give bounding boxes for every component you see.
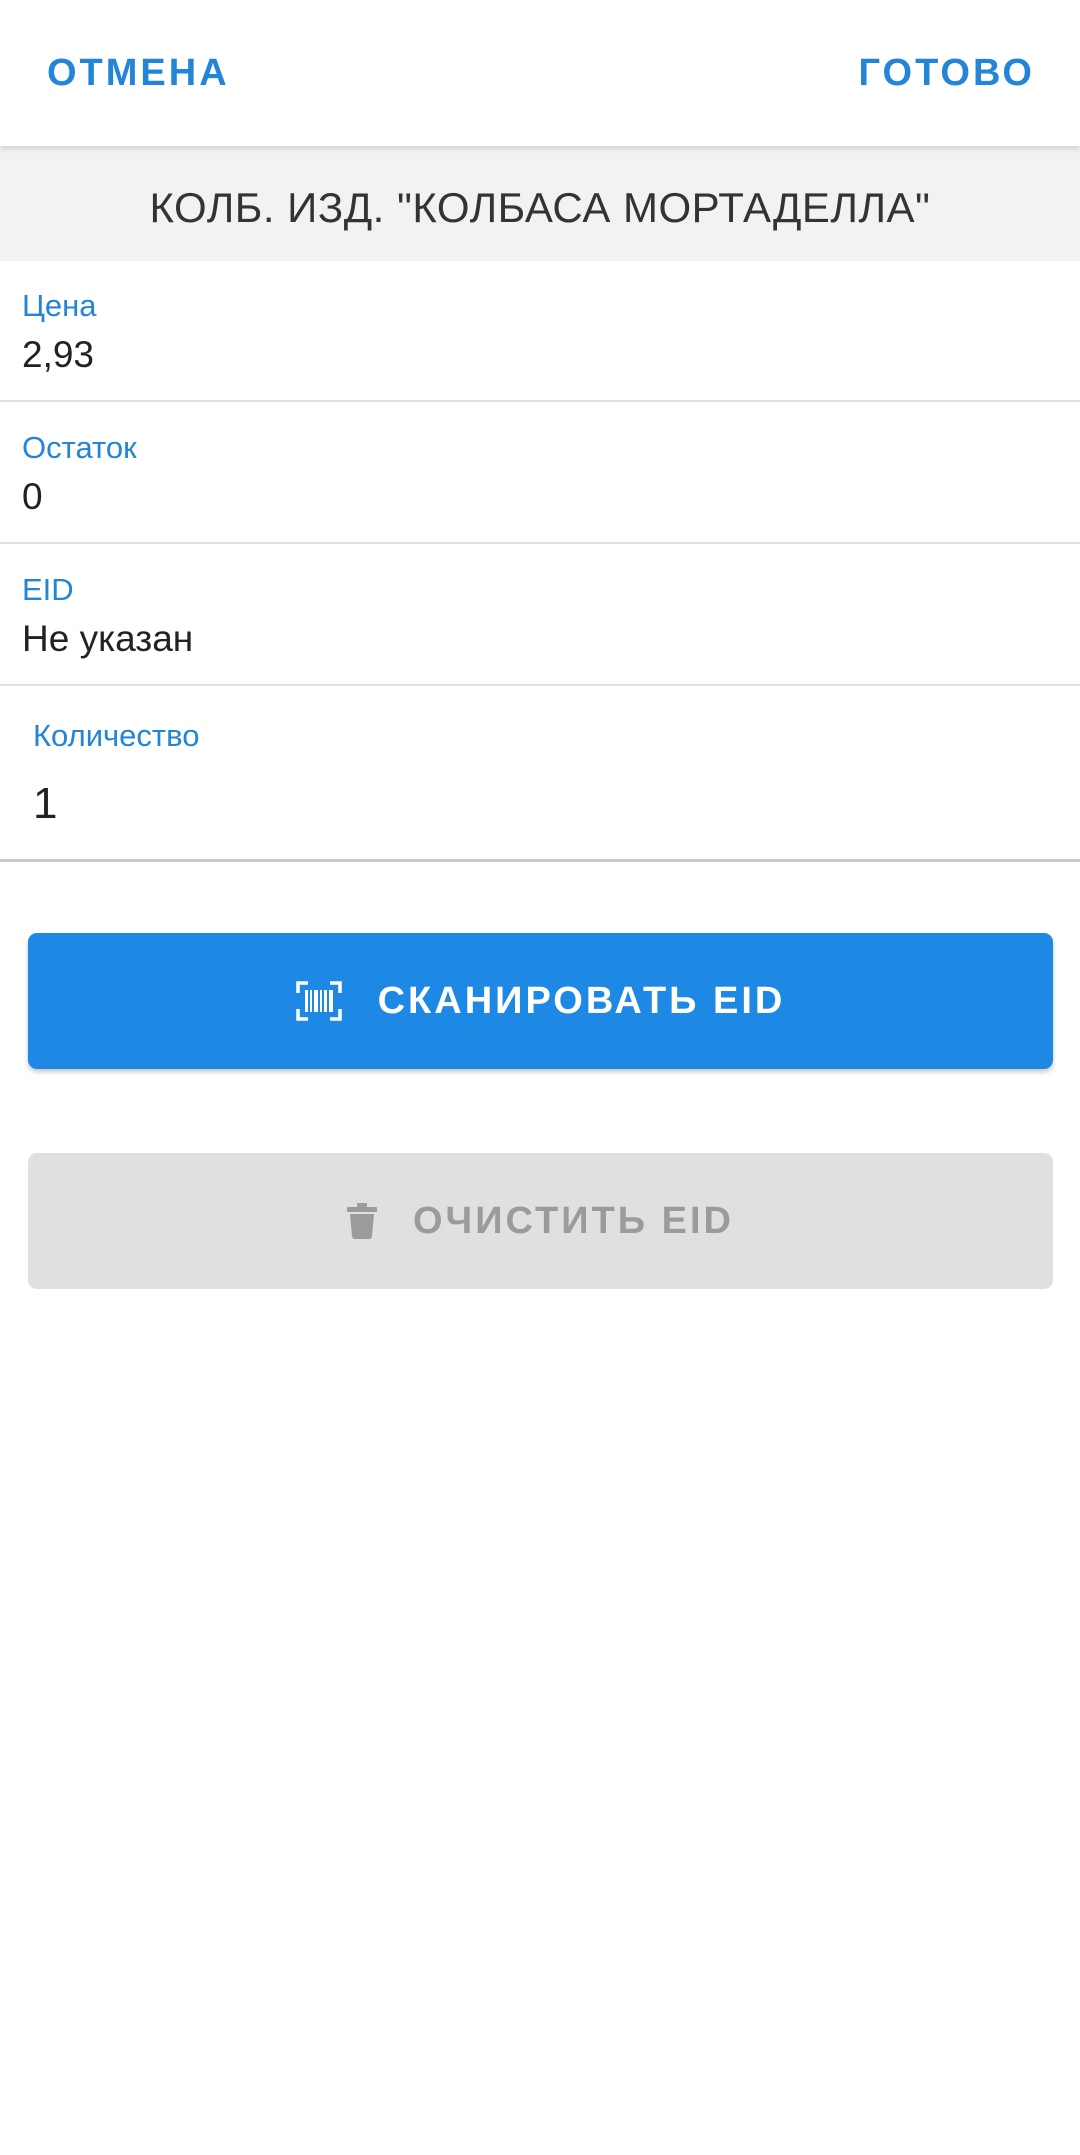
scan-eid-button[interactable]: СКАНИРОВАТЬ EID	[28, 933, 1053, 1069]
stock-label: Остаток	[22, 430, 137, 465]
clear-eid-label: ОЧИСТИТЬ EID	[412, 1199, 735, 1242]
cancel-button[interactable]: ОТМЕНА	[47, 44, 230, 102]
quantity-input[interactable]	[33, 774, 1033, 834]
stock-value: 0	[22, 476, 43, 517]
eid-label: EID	[22, 572, 74, 607]
done-button[interactable]: ГОТОВО	[859, 44, 1035, 102]
price-label: Цена	[22, 288, 97, 323]
product-edit-screen: ОТМЕНА ГОТОВО КОЛБ. ИЗД. "КОЛБАСА МОРТАД…	[0, 0, 1080, 2155]
eid-field: EID Не указан	[0, 545, 1080, 686]
top-toolbar: ОТМЕНА ГОТОВО	[0, 0, 1080, 146]
price-value: 2,93	[22, 334, 95, 375]
trash-icon	[346, 1203, 377, 1239]
scan-eid-label: СКАНИРОВАТЬ EID	[377, 979, 786, 1022]
eid-value: Не указан	[22, 618, 194, 659]
clear-eid-button[interactable]: ОЧИСТИТЬ EID	[28, 1153, 1053, 1289]
barcode-scan-icon	[295, 981, 342, 1021]
quantity-field: Количество	[0, 688, 1080, 862]
price-field: Цена 2,93	[0, 261, 1080, 402]
quantity-label: Количество	[33, 718, 200, 753]
product-title: КОЛБ. ИЗД. "КОЛБАСА МОРТАДЕЛЛА"	[0, 146, 1080, 261]
stock-field: Остаток 0	[0, 403, 1080, 544]
